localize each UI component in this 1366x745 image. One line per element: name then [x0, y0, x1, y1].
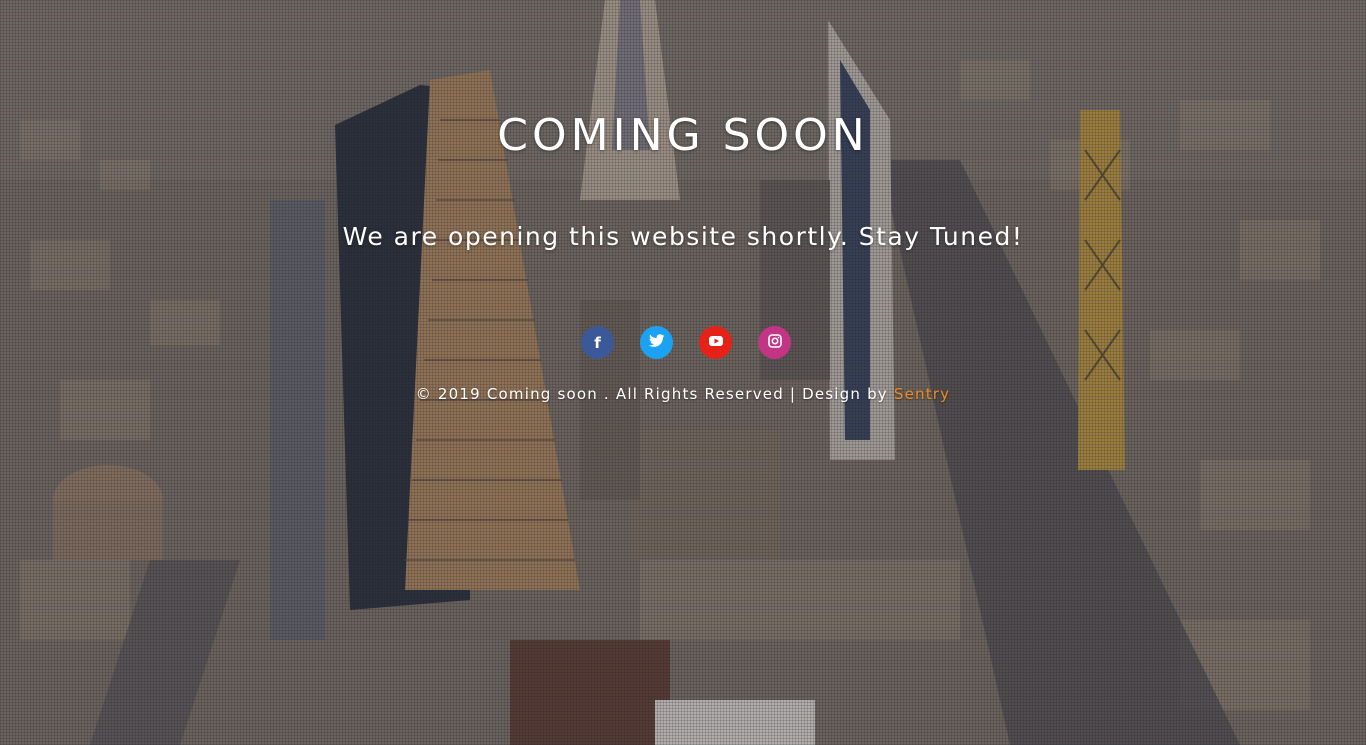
twitter-icon — [648, 333, 665, 352]
facebook-button[interactable]: f — [581, 326, 614, 359]
instagram-icon — [767, 333, 782, 352]
page-subtitle: We are opening this website shortly. Sta… — [342, 222, 1024, 251]
page-title: COMING SOON — [497, 110, 869, 161]
facebook-icon: f — [594, 333, 601, 352]
copyright-footer: © 2019 Coming soon . All Rights Reserved… — [0, 385, 1366, 403]
youtube-icon — [708, 334, 724, 352]
instagram-button[interactable] — [758, 326, 791, 359]
designer-link[interactable]: Sentry — [894, 385, 950, 403]
copyright-text: © 2019 Coming soon . All Rights Reserved… — [415, 385, 894, 403]
twitter-button[interactable] — [640, 326, 673, 359]
youtube-button[interactable] — [699, 326, 732, 359]
social-links: f — [0, 326, 1366, 359]
